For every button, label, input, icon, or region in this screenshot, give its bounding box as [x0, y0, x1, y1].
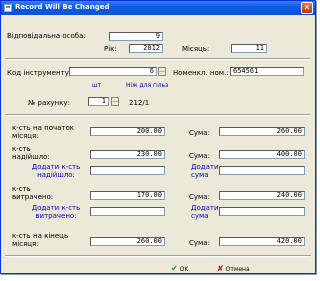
end-qty-label-2: місяця: — [12, 240, 39, 248]
unit-note: шт — [92, 82, 101, 89]
month-field[interactable]: 11 — [231, 44, 267, 53]
nomenclature-field[interactable]: 654561 — [230, 67, 304, 76]
month-label: Місяць: — [182, 45, 210, 53]
add-received-qty-label-1: Додати к-сть — [31, 163, 81, 171]
cancel-button[interactable]: ✘ Отмена — [217, 263, 250, 274]
separator — [5, 255, 311, 257]
received-sum-label: Сума: — [189, 152, 210, 160]
start-qty-label-1: к-сть на початок — [12, 124, 74, 132]
account-suffix: 212/1 — [129, 99, 150, 107]
add-spent-qty-label-2: витрачено: — [35, 212, 77, 220]
ok-button-label: OK — [179, 266, 189, 273]
year-label: Рік: — [104, 45, 117, 53]
end-sum-label: Сума: — [189, 239, 210, 247]
add-received-sum-label-1: Додати — [191, 163, 219, 171]
start-qty-field[interactable]: 200.00 — [90, 127, 165, 136]
dialog-window: Record Will Be Changed ✕ Відповідальна о… — [0, 0, 316, 274]
end-qty-field[interactable]: 260.00 — [90, 237, 165, 246]
received-qty-field[interactable]: 230.00 — [90, 150, 165, 159]
instrument-code-field[interactable]: 6 — [69, 67, 157, 76]
cancel-button-label: Отмена — [225, 266, 250, 273]
account-label: № рахунку: — [28, 99, 70, 107]
nomenclature-label: Номенкл. ном.: — [173, 69, 229, 77]
separator — [5, 114, 311, 116]
window-title: Record Will Be Changed — [15, 3, 110, 11]
separator — [5, 58, 311, 60]
year-field[interactable]: 2012 — [129, 44, 163, 53]
start-sum-label: Сума: — [189, 129, 210, 137]
app-icon — [4, 4, 12, 12]
start-sum-field[interactable]: 260.00 — [219, 127, 305, 136]
add-spent-sum-label-2: сума — [191, 212, 209, 220]
responsible-label: Відповідальна особа: — [7, 32, 86, 40]
checkmark-icon: ✔ — [171, 264, 178, 273]
instrument-code-lookup-button[interactable]: ... — [158, 67, 166, 76]
cross-icon: ✘ — [217, 264, 224, 273]
account-field[interactable]: 1 — [88, 97, 109, 106]
end-qty-label-1: к-сть на кінець — [12, 232, 69, 240]
spent-qty-label-1: к-сть — [12, 185, 31, 193]
instrument-name-note: Ніж для гільз — [126, 82, 169, 89]
responsible-field[interactable]: 9 — [109, 32, 163, 41]
account-lookup-button[interactable]: ... — [111, 97, 119, 106]
add-received-qty-field[interactable] — [90, 166, 165, 175]
spent-sum-label: Сума: — [189, 193, 210, 201]
received-qty-label-1: к-сть — [12, 145, 31, 153]
end-sum-field[interactable]: 420.00 — [219, 237, 305, 246]
close-button[interactable]: ✕ — [301, 2, 313, 14]
add-spent-qty-label-1: Додати к-сть — [31, 204, 81, 212]
spent-qty-field[interactable]: 170.00 — [90, 191, 165, 200]
spent-qty-label-2: витрачено: — [12, 193, 54, 201]
add-received-sum-label-2: сума — [191, 171, 209, 179]
spent-sum-field[interactable]: 240.00 — [219, 191, 305, 200]
add-spent-sum-field[interactable] — [219, 207, 305, 216]
add-received-qty-label-2: надійшло: — [37, 171, 75, 179]
received-sum-field[interactable]: 400.00 — [219, 150, 305, 159]
add-spent-sum-label-1: Додати — [191, 204, 219, 212]
add-spent-qty-field[interactable] — [90, 207, 165, 216]
received-qty-label-2: надійшло: — [12, 153, 50, 161]
start-qty-label-2: місяця: — [12, 132, 39, 140]
title-bar[interactable]: Record Will Be Changed ✕ — [1, 1, 315, 15]
ok-button[interactable]: ✔ OK — [171, 263, 188, 274]
instrument-code-label: Код інструменту: — [7, 69, 72, 77]
add-received-sum-field[interactable] — [219, 166, 305, 175]
